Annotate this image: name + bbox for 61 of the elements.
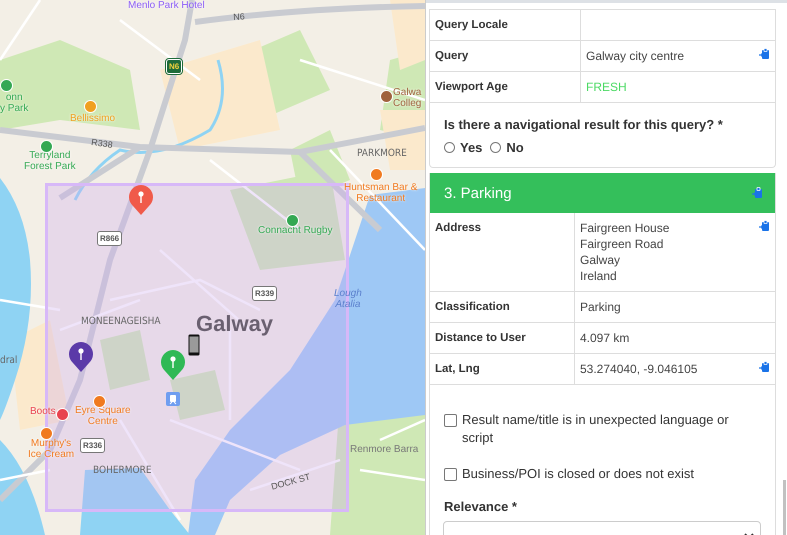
road-shield: N6 (166, 59, 182, 74)
field-label: Classification (430, 292, 575, 322)
scrollbar-thumb[interactable] (783, 480, 786, 535)
district-label: dral (0, 355, 18, 366)
result-title: 3. Parking (444, 184, 512, 202)
water-label: Lough Atalia (334, 288, 362, 310)
relevance-label: Relevance * (444, 499, 518, 514)
checkbox-option[interactable]: Result name/title is in unexpected language or script (444, 411, 761, 447)
field-label: Query Locale (430, 10, 581, 40)
place-label: Bellissimo (70, 113, 116, 124)
field-label: Distance to User (430, 323, 575, 353)
radio-button[interactable] (444, 142, 455, 153)
road-label: N6 (233, 11, 246, 23)
tram-stop-icon[interactable] (166, 392, 180, 406)
question-text: Is there a navigational result for this query? * (444, 117, 724, 132)
place-label: Terryland Forest Park (24, 150, 76, 172)
checkbox[interactable] (444, 414, 457, 427)
field-value: 4.097 km (580, 330, 630, 346)
road-label: DOCK ST (270, 472, 312, 493)
road-shield: R339 (252, 286, 278, 301)
checkbox[interactable] (444, 468, 457, 481)
radio-option[interactable]: No (490, 140, 524, 155)
road-shield: R336 (80, 438, 106, 453)
field-value: FRESH (586, 79, 627, 95)
poi-icon[interactable] (380, 90, 393, 103)
poi-icon[interactable] (93, 395, 106, 408)
field-value: 53.274040, -9.046105 (580, 361, 698, 377)
radio-option[interactable]: Yes (444, 140, 482, 155)
poi-icon[interactable] (40, 427, 53, 440)
copy-icon[interactable] (752, 187, 763, 199)
field-label: Viewport Age (430, 72, 581, 102)
field-label: Lat, Lng (430, 354, 575, 384)
place-label: onn y Park (0, 92, 28, 114)
field-value: Parking (580, 299, 621, 315)
copy-icon[interactable] (759, 361, 770, 373)
road-label: R338 (90, 137, 114, 151)
radio-button[interactable] (490, 142, 502, 153)
poi-icon[interactable] (370, 168, 383, 181)
place-label: Menlo Park Hotel (128, 0, 205, 11)
phone-icon[interactable] (188, 334, 200, 356)
road-shield: R866 (97, 231, 122, 246)
city-label: Galway (196, 312, 274, 336)
copy-icon[interactable] (759, 48, 770, 60)
place-label: Murphy's Ice Cream (28, 438, 74, 460)
place-label: Galwa Colleg (393, 87, 422, 109)
map-pin-icon[interactable] (128, 184, 154, 216)
checkbox-option[interactable]: Business/POI is closed or does not exist (444, 465, 761, 483)
place-label: Boots (30, 406, 56, 417)
district-label: MONEENAGEISHA (81, 316, 161, 327)
place-label: Huntsman Bar & Restaurant (344, 182, 418, 204)
field-value: Galway city centre (586, 48, 684, 64)
place-label: Connacht Rugby (258, 225, 332, 236)
copy-icon[interactable] (759, 220, 770, 232)
place-label: Eyre Square Centre (75, 405, 131, 427)
field-value: Fairgreen House Fairgreen Road Galway Ireland (580, 220, 670, 284)
place-label: Renmore Barra (350, 444, 418, 455)
map-pin-icon[interactable] (68, 341, 94, 373)
district-label: BOHERMORE (93, 465, 152, 476)
field-label: Query (430, 41, 581, 71)
field-label: Address (430, 213, 575, 291)
district-label: PARKMORE (357, 148, 407, 159)
